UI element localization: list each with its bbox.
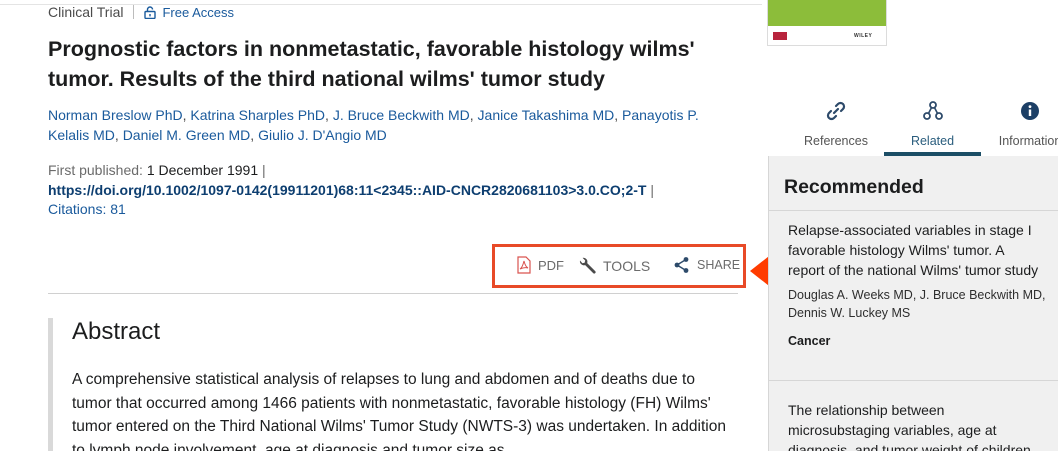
recommended-item-title[interactable]: Relapse-associated variables in stage I … <box>788 220 1058 280</box>
publication-info: First published: 1 December 1991 | https… <box>48 162 654 217</box>
related-network-icon <box>922 101 943 120</box>
pdf-icon <box>517 256 531 274</box>
sidebar-tabs: References Related Information <box>768 96 1058 156</box>
recommended-item-title[interactable]: The relationship between microsubstaging… <box>788 400 1058 451</box>
recommended-title: Recommended <box>784 176 924 198</box>
tab-information-label: Information <box>998 134 1058 148</box>
recommended-item-journal: Cancer <box>788 334 831 348</box>
first-published-label: First published: <box>48 162 143 178</box>
recommended-panel: Recommended Relapse-associated variables… <box>768 156 1058 451</box>
pdf-button[interactable]: PDF <box>516 256 564 274</box>
author-link[interactable]: Norman Breslow PhD <box>48 107 183 123</box>
unlock-icon <box>144 5 157 19</box>
recommended-rule <box>769 210 1058 211</box>
abstract-accent-bar <box>48 318 53 451</box>
tab-references[interactable]: References <box>790 96 882 156</box>
share-icon <box>674 257 689 273</box>
meta-separator <box>133 5 135 19</box>
tab-references-label: References <box>804 134 868 148</box>
recommended-divider <box>769 380 1058 381</box>
share-button[interactable]: SHARE <box>673 256 740 274</box>
tab-related-label: Related <box>910 134 955 148</box>
info-icon <box>1021 102 1039 120</box>
cover-logo <box>773 32 787 40</box>
tools-label: TOOLS <box>603 258 651 274</box>
link-icon <box>826 101 846 121</box>
wrench-icon <box>579 257 596 274</box>
cover-publisher-label: WILEY <box>854 33 873 39</box>
author-list: Norman Breslow PhD, Katrina Sharples PhD… <box>48 107 699 143</box>
free-access-label: Free Access <box>162 4 234 20</box>
tab-information[interactable]: Information <box>990 96 1058 156</box>
tab-related[interactable]: Related <box>884 96 981 156</box>
doi-link[interactable]: https://doi.org/10.1002/1097-0142(199112… <box>48 182 646 198</box>
content-divider <box>48 293 738 294</box>
author-link[interactable]: J. Bruce Beckwith MD <box>333 107 470 123</box>
pdf-label: PDF <box>538 257 564 273</box>
article-meta-line: Clinical Trial Free Access <box>48 4 234 20</box>
recommended-item-authors: Douglas A. Weeks MD, J. Bruce Beckwith M… <box>788 288 1046 320</box>
author-link[interactable]: Katrina Sharples PhD <box>190 107 325 123</box>
recommended-item[interactable]: The relationship between microsubstaging… <box>788 400 1058 451</box>
citations-link[interactable]: Citations: 81 <box>48 201 126 217</box>
abstract-heading: Abstract <box>72 318 161 345</box>
free-access-badge: Free Access <box>144 5 234 20</box>
author-link[interactable]: Giulio J. D'Angio MD <box>258 127 387 143</box>
article-type: Clinical Trial <box>48 4 124 20</box>
abstract-text: A comprehensive statistical analysis of … <box>72 371 726 451</box>
author-link[interactable]: Janice Takashima MD <box>478 107 615 123</box>
tools-button[interactable]: TOOLS <box>577 256 650 276</box>
share-label: SHARE <box>697 258 741 272</box>
author-link[interactable]: Daniel M. Green MD <box>123 127 251 143</box>
article-title: Prognostic factors in nonmetastatic, fav… <box>48 37 695 91</box>
first-published-date: 1 December 1991 <box>146 162 259 178</box>
cover-green-band <box>768 0 886 26</box>
journal-cover-thumbnail[interactable]: WILEY <box>767 0 887 46</box>
recommended-item[interactable]: Relapse-associated variables in stage I … <box>788 220 1058 348</box>
